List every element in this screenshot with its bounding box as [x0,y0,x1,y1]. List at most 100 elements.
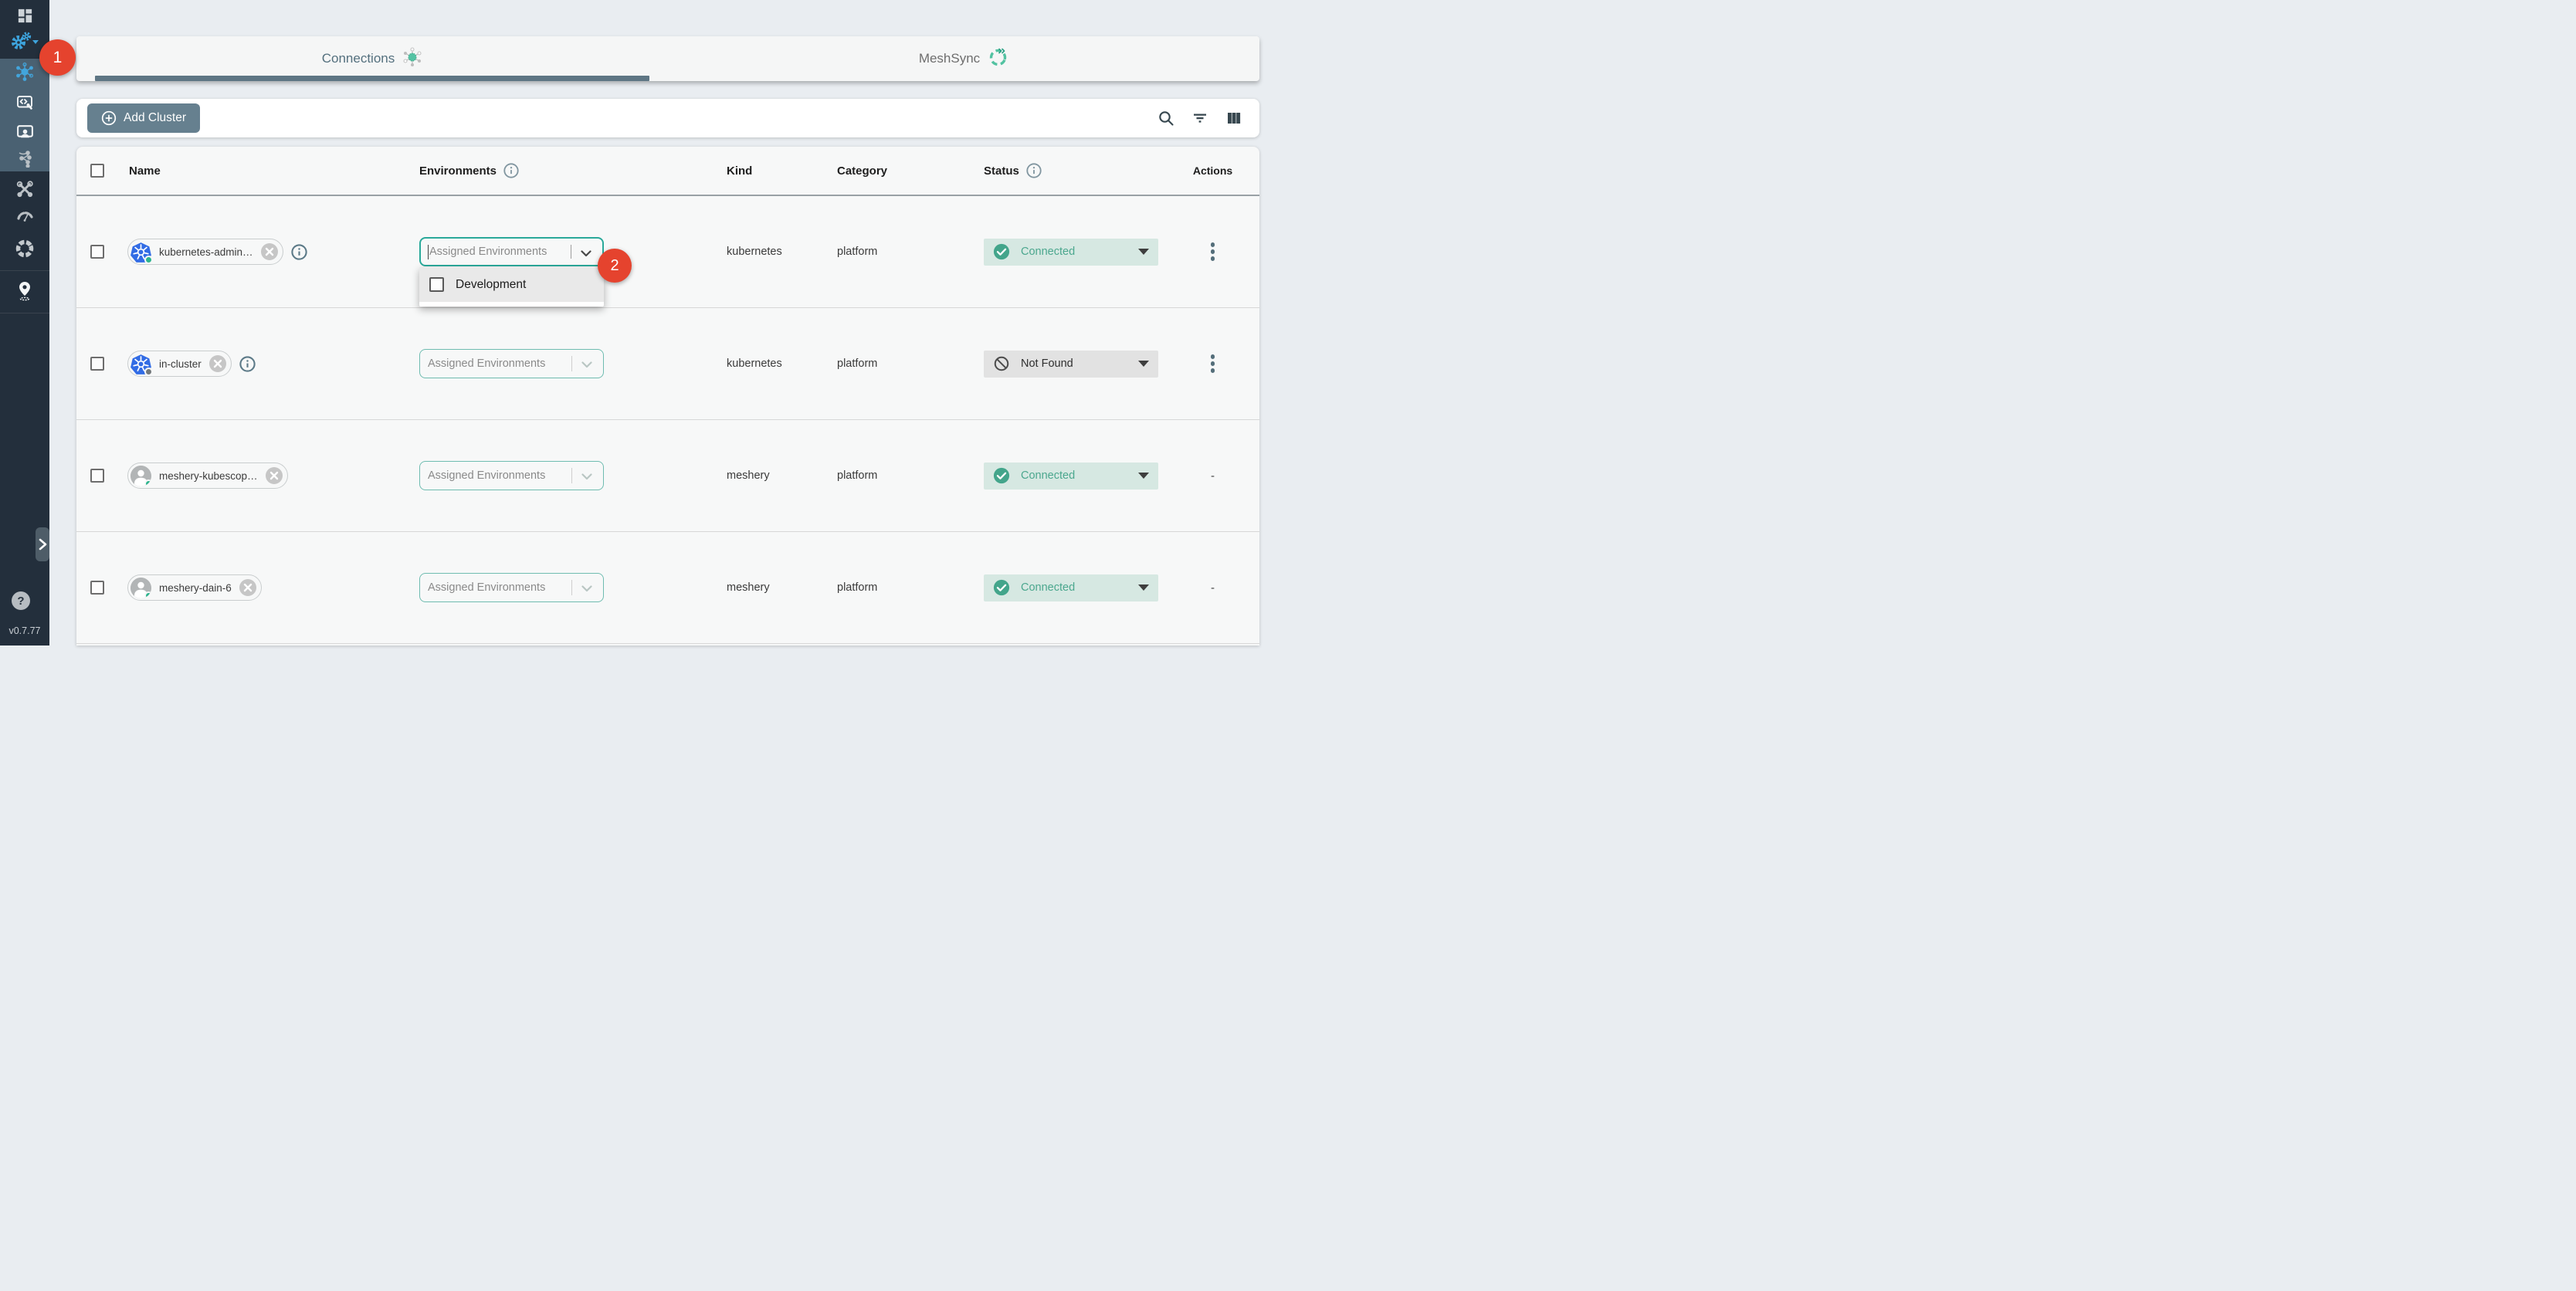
configuration-tools-icon[interactable] [0,180,49,198]
sync-circle-icon [988,46,1008,71]
service-mesh-branch-icon[interactable] [0,149,49,168]
workspaces-screen-person-icon[interactable] [0,123,49,142]
status-icon [993,355,1010,372]
table-row: meshery-kubescop… Assigned Environments … [76,420,1259,532]
kind-cell: kubernetes [727,246,782,258]
tab-bar: Connections MeshSync [76,36,1259,81]
assigned-environments-select[interactable]: Assigned Environments [419,237,604,266]
help-label: ? [17,595,24,608]
column-name[interactable]: Name [129,164,161,178]
sidebar: ? v0.7.77 [0,0,49,646]
status-icon [993,243,1010,260]
remove-connection-icon[interactable] [239,579,256,596]
tab-connections[interactable]: Connections [76,36,668,81]
plus-circle-icon [101,110,117,126]
select-all-checkbox[interactable] [90,164,104,178]
sidebar-divider [0,270,49,271]
view-columns-icon[interactable] [1224,108,1244,128]
add-cluster-button[interactable]: Add Cluster [87,103,200,133]
chevron-down-icon[interactable] [578,356,595,377]
environment-option-checkbox[interactable] [429,277,444,292]
row-actions-menu-icon[interactable] [1208,351,1219,376]
status-dropdown[interactable]: Connected [984,239,1158,266]
category-cell: platform [837,469,877,482]
search-icon[interactable] [1156,108,1176,128]
environments-placeholder: Assigned Environments [428,357,545,370]
chevron-down-icon[interactable] [578,245,595,266]
status-dropdown[interactable]: Not Found [984,351,1158,378]
table-header: Name Environments Kind Category Status A… [76,147,1259,196]
column-environments[interactable]: Environments [419,164,497,178]
row-checkbox[interactable] [90,245,104,259]
connection-info-icon[interactable] [290,243,308,261]
connection-name: meshery-kubescop… [159,470,258,482]
status-label: Connected [1021,581,1075,594]
connection-info-icon[interactable] [239,355,256,373]
annotation-step-2-badge: 2 [598,249,632,283]
connection-status-dot [144,479,151,486]
column-category[interactable]: Category [837,164,887,178]
assigned-environments-select[interactable]: Assigned Environments [419,573,604,602]
adapters-code-icon[interactable] [0,93,49,112]
performance-gauge-icon[interactable] [0,207,49,225]
select-divider [571,580,573,595]
connection-chip[interactable]: meshery-kubescop… [127,463,288,489]
status-dropdown[interactable]: Connected [984,574,1158,601]
toolbar: Add Cluster [76,99,1259,137]
column-kind[interactable]: Kind [727,164,752,178]
remove-connection-icon[interactable] [261,243,278,260]
assigned-environments-select[interactable]: Assigned Environments [419,461,604,490]
environments-placeholder: Assigned Environments [429,246,547,258]
catalog-pin-icon[interactable] [0,280,49,302]
connection-chip[interactable]: in-cluster [127,351,232,377]
connection-avatar [130,242,151,263]
category-cell: platform [837,581,877,594]
connection-status-dot [144,256,153,264]
row-checkbox[interactable] [90,469,104,483]
row-checkbox[interactable] [90,357,104,371]
chevron-down-icon[interactable] [578,468,595,489]
add-cluster-label: Add Cluster [124,111,186,125]
status-label: Not Found [1021,357,1073,370]
status-info-icon[interactable] [1025,162,1042,179]
row-actions-empty: - [1211,581,1215,595]
app-version: v0.7.77 [0,625,49,636]
connection-name: kubernetes-admin… [159,246,253,258]
connection-name: meshery-dain-6 [159,582,232,594]
annotation-step-1-badge: 1 [39,39,76,76]
column-actions: Actions [1193,164,1232,177]
connection-chip[interactable]: meshery-dain-6 [127,574,262,601]
select-divider [571,356,573,371]
text-cursor [428,245,429,259]
caret-down-icon [1138,473,1149,479]
extensions-ring-icon[interactable] [0,239,49,259]
column-status[interactable]: Status [984,164,1019,178]
help-button[interactable]: ? [12,591,30,610]
connections-table: Name Environments Kind Category Status A… [76,147,1259,646]
status-label: Connected [1021,246,1075,258]
assigned-environments-select[interactable]: Assigned Environments [419,349,604,378]
row-actions-menu-icon[interactable] [1208,239,1219,264]
kind-cell: kubernetes [727,357,782,370]
dashboard-icon[interactable] [0,6,49,25]
environments-info-icon[interactable] [503,162,520,179]
environment-option-development[interactable]: Development [419,267,604,302]
environments-dropdown-menu: Development [419,267,604,307]
kind-cell: meshery [727,581,770,594]
connection-name: in-cluster [159,358,202,370]
status-dropdown[interactable]: Connected [984,463,1158,490]
filter-icon[interactable] [1190,108,1210,128]
mesh-network-icon [402,47,422,71]
connection-chip[interactable]: kubernetes-admin… [127,239,283,265]
tab-meshsync-label: MeshSync [919,51,980,66]
remove-connection-icon[interactable] [266,467,283,484]
row-checkbox[interactable] [90,581,104,595]
chevron-down-icon[interactable] [578,580,595,601]
connection-avatar [130,466,151,486]
tab-meshsync[interactable]: MeshSync [668,36,1259,81]
tab-connections-label: Connections [322,51,395,66]
remove-connection-icon[interactable] [209,355,226,372]
sidebar-expand-button[interactable] [36,527,49,561]
table-body: kubernetes-admin… Assigned Environments [76,196,1259,644]
table-row: meshery-dain-6 Assigned Environments mes… [76,532,1259,644]
